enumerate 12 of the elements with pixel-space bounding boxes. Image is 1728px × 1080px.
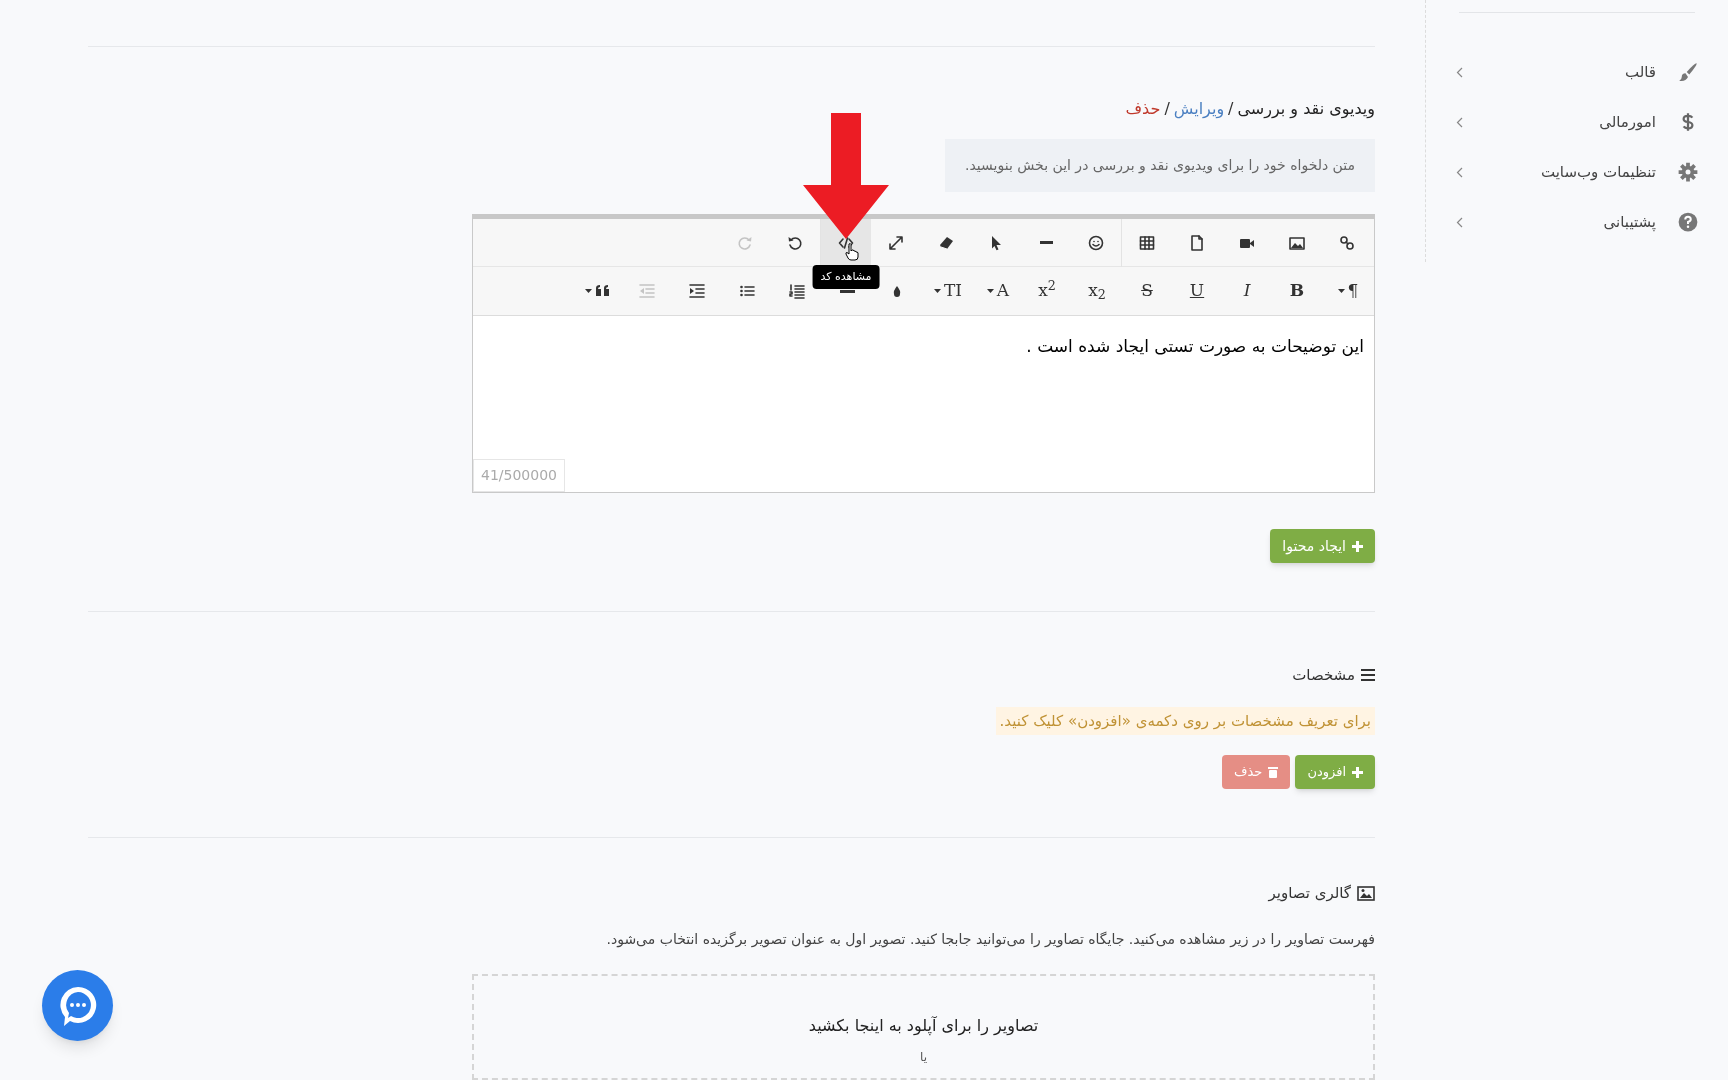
breadcrumb-title: ویدیوی نقد و بررسی	[1237, 98, 1375, 121]
gallery-description: فهرست تصاویر را در زیر مشاهده می‌کنید. جایگاه تصاویر را می‌توانید جابجا کنید. تصویر اول به عنوان تصویر برگزیده انتخاب می‌شود.	[606, 929, 1375, 950]
dropzone-title: تصاویر را برای آپلود به اینجا بکشید	[808, 1014, 1039, 1038]
tooltip: مشاهده کد	[812, 264, 880, 289]
notice-text: برای تعریف مشخصات بر روی دکمه‌ی «افزودن» کلیک کنید.	[995, 706, 1375, 735]
character-counter: 41/500000	[473, 459, 565, 492]
dropzone-or: یا	[920, 1048, 927, 1066]
section-title: گالری تصاویر	[1268, 883, 1351, 904]
section-title: مشخصات	[1292, 665, 1355, 686]
breadcrumb-separator: /	[1164, 98, 1170, 120]
breadcrumb-separator: /	[1228, 98, 1234, 120]
hint-text: متن دلخواه خود را برای ویدیوی نقد و بررسی در این بخش بنویسید.	[945, 139, 1375, 192]
